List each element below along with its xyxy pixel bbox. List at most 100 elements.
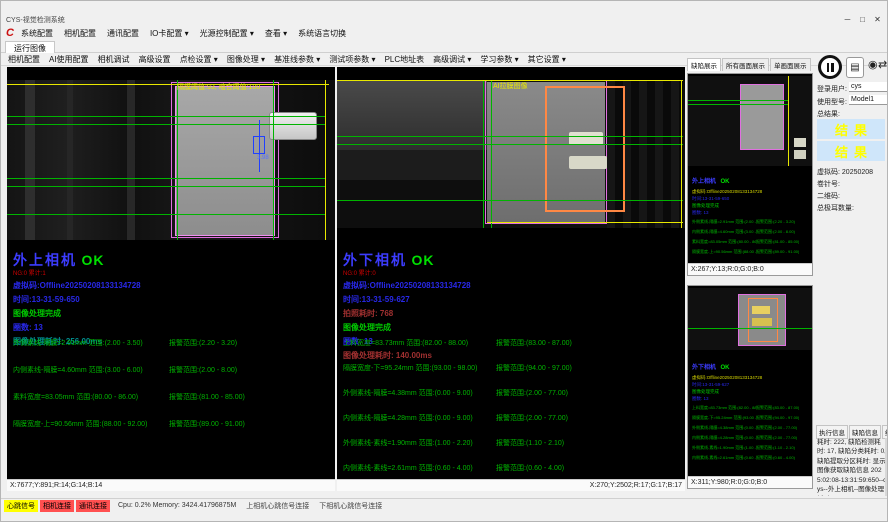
camera-icon: ▤ [850, 62, 859, 73]
pixel-coord-bar-upper: X:7677;Y:891;R:14;G:14;B:14 [7, 479, 335, 491]
thumbnail-panel-lower[interactable]: 外下相机 OK 虚拟码:Offline20250208133134728 时间:… [687, 285, 813, 489]
measurement-value: 外侧素线-隔膜=4.38mm 范围:(0.00 - 9.00) [692, 425, 756, 431]
menu-item[interactable]: 系统语言切换 [298, 28, 346, 39]
measurement-value: 内侧素线-素线=2.61mm 范围:(0.60 - 4.00) [343, 463, 496, 473]
user-field[interactable]: cys [849, 82, 887, 92]
pause-button[interactable] [818, 55, 842, 79]
measurement-value: 内侧素线-隔膜=4.28mm 范围:(0.00 - 9.00) [343, 413, 496, 423]
thumb-tab-single-view[interactable]: 单画面展示 [770, 58, 811, 71]
turn-count: 圈数: 13 [692, 396, 810, 402]
toolbar-button[interactable]: PLC地址表 [385, 54, 425, 65]
log-tab-exec[interactable]: 执行信息 [816, 425, 848, 439]
menu-item[interactable]: 系统配置 [21, 28, 53, 39]
ng-counter: NG:0 累计:0 [343, 268, 683, 277]
thumb-tab-all-views[interactable]: 所有画面展示 [722, 58, 769, 71]
alarm-range: 报警范围:(94.00 - 97.00) [496, 363, 572, 373]
measurement-row: 外侧素线-隔膜=4.38mm 范围:(0.00 - 9.00) 报警范围:(2.… [692, 425, 810, 431]
result-box-lower: 结果 [817, 141, 885, 161]
toolbar-button[interactable]: 测试项参数 ▾ [329, 54, 375, 65]
heartbeat-badge: 心跳信号 [4, 500, 38, 512]
model-field[interactable]: Model1 [849, 95, 887, 105]
alarm-range: 报警范围:(2.20 - 3.20) [169, 338, 237, 348]
toolbar-button[interactable]: 基准线参数 ▾ [274, 54, 320, 65]
measurement-row: 素料宽度=83.05mm 范围:(80.00 - 86.00) 报警范围:(81… [13, 392, 333, 402]
minimize-icon[interactable]: ─ [840, 14, 855, 25]
alarm-range: 报警范围:(2.00 - 77.00) [756, 435, 797, 441]
menu-item[interactable]: 相机配置 [64, 28, 96, 39]
measurement-row: 外侧素线-素线=1.90mm 范围:(1.00 - 2.20) 报警范围:(1.… [343, 438, 683, 448]
menu-item[interactable]: 查看 ▾ [265, 28, 287, 39]
measurement-row: 内侧素线-隔膜=4.28mm 范围:(0.00 - 9.00) 报警范围:(2.… [343, 413, 683, 423]
measurement-row: 上料宽度=83.73mm 范围:(82.00 - 88.00) 报警范围:(83… [343, 338, 683, 348]
thumbnail-image-upper[interactable] [688, 76, 812, 166]
turn-count: 圈数: 13 [13, 322, 333, 333]
alarm-range: 报警范围:(1.10 - 2.10) [496, 438, 564, 448]
record-icon[interactable]: ◉ [868, 58, 878, 71]
alarm-range: 报警范围:(0.60 - 4.00) [756, 455, 795, 461]
camera-image-lower[interactable]: AI拉膜图像 [337, 80, 685, 228]
toolbar-button[interactable]: 相机调试 [98, 54, 130, 65]
alarm-range: 报警范围:(1.10 - 2.10) [756, 445, 795, 451]
menu-item[interactable]: 通讯配置 [107, 28, 139, 39]
measurement-row: 隔膜宽度-上=90.56mm 范围:(88.00 - 92.00) 报警范围:(… [13, 419, 333, 429]
result-ok: OK [720, 179, 729, 185]
lower-camera-heartbeat: 下相机心跳信号连接 [319, 501, 382, 511]
tab-run-image[interactable]: 运行图像 [5, 41, 55, 53]
measurement-value: 素料宽度=83.05mm 范围:(80.00 - 86.00) [13, 392, 169, 402]
time-line: 时间:13-31-59-627 [343, 294, 683, 305]
close-icon[interactable]: ✕ [870, 14, 885, 25]
toolbar-button[interactable]: 高级调试 ▾ [433, 54, 471, 65]
alarm-range: 报警范围:(83.00 - 87.00) [496, 338, 572, 348]
measurement-value: 外侧素线-隔膜=2.91mm 范围:(2.00 - 3.50) [13, 338, 169, 348]
log-tab-stats[interactable]: 统计信息 [882, 425, 888, 439]
measurement-value: 内侧素线-隔膜=4.60mm 范围:(3.00 - 6.00) [692, 229, 756, 235]
tab-highlight [794, 138, 806, 147]
measurement-row: 内侧素线-隔膜=4.60mm 范围:(3.00 - 6.00) 报警范围:(2.… [13, 365, 333, 375]
menu-item[interactable]: 光源控制配置 ▾ [200, 28, 254, 39]
measurement-value: 隔膜宽度-下=95.24mm 范围:(93.00 - 98.00) [692, 415, 756, 421]
measurement-row: 内侧素线-隔膜=4.28mm 范围:(0.00 - 9.00) 报警范围:(2.… [692, 435, 810, 441]
toolbar-button[interactable]: 高级设置 [139, 54, 171, 65]
total-result-label: 总结果: [817, 109, 840, 119]
camera-name: 外下相机 [343, 252, 407, 268]
tab-count-row: 总极耳数量: [817, 197, 854, 215]
camera-image-upper[interactable]: 3.98 隔膜阈值:93, 啮合阈值:100 [7, 80, 335, 240]
toolbar-button[interactable]: 点检设置 ▾ [180, 54, 218, 65]
camera-panel-lower[interactable]: AI拉膜图像 外下相机 OK NG:0 累计:0 虚拟码:Offline2025… [337, 67, 685, 491]
menu-item[interactable]: IO卡配置 ▾ [150, 28, 189, 39]
measurement-value: 内侧素线-隔膜=4.60mm 范围:(3.00 - 6.00) [13, 365, 169, 375]
toolbar-button[interactable]: 相机配置 [8, 54, 40, 65]
toolbar-button[interactable]: 图像处理 ▾ [227, 54, 265, 65]
alarm-range: 报警范围:(81.00 - 85.00) [756, 239, 799, 245]
measurement-value: 素料宽度=83.05mm 范围:(80.00 - 86.00) [692, 239, 756, 245]
window-title: CYS-视觉检测系统 [6, 15, 65, 25]
measurement-value: 内侧素线-素线=2.61mm 范围:(0.60 - 4.00) [692, 455, 756, 461]
log-tab-defect[interactable]: 缺陷信息 [849, 425, 881, 439]
measurement-list-upper: 外侧素线-隔膜=2.91mm 范围:(2.00 - 3.50) 报警范围:(2.… [13, 338, 333, 446]
thumb-measurements: 上料宽度=83.73mm 范围:(82.00 - 88.00) 报警范围:(83… [692, 405, 810, 461]
capture-button[interactable]: ▤ [846, 57, 864, 78]
camera-panel-upper[interactable]: 3.98 隔膜阈值:93, 啮合阈值:100 外上相机 OK NG:0 累计:1… [7, 67, 335, 491]
result-overlay-upper: 外上相机 OK NG:0 累计:1 虚拟码:Offline20250208133… [13, 250, 333, 347]
cpu-memory-text: Cpu: 0.2% Memory: 3424.41796875M [118, 502, 236, 509]
thumb-tab-defect[interactable]: 缺陷展示 [687, 58, 721, 71]
machine-band [25, 80, 35, 240]
toolbar-button[interactable]: 其它设置 ▾ [528, 54, 566, 65]
measurement-row: 上料宽度=83.73mm 范围:(82.00 - 88.00) 报警范围:(83… [692, 405, 810, 411]
alarm-range: 报警范围:(2.00 - 77.00) [756, 425, 797, 431]
maximize-icon[interactable]: □ [855, 14, 870, 25]
upper-camera-heartbeat: 上相机心跳信号连接 [246, 501, 309, 511]
toolbar-button[interactable]: AI使用配置 [49, 54, 89, 65]
process-status: 图像处理完成 [343, 322, 683, 333]
measurement-row: 外侧素线-隔膜=2.91mm 范围:(2.00 - 3.50) 报警范围:(2.… [13, 338, 333, 348]
thumbnail-overlay-lower: 外下相机 OK 虚拟码:Offline20250208133134728 时间:… [692, 356, 810, 465]
result-ok: OK [720, 365, 729, 371]
thumbnail-image-lower[interactable] [688, 288, 812, 350]
thumbnail-panel-upper[interactable]: 外上相机 OK 虚拟码:Offline20250208133134728 时间:… [687, 73, 813, 276]
measurement-value: 外侧素线-隔膜=2.91mm 范围:(2.00 - 3.50) [692, 219, 756, 225]
view-tab-bar: 运行图像 [1, 40, 887, 53]
toolbar-button[interactable]: 学习参数 ▾ [480, 54, 518, 65]
log-text: 耗时: 222, 缺陷检测耗时: 17, 缺陷分类耗时: 0, 缺陷提取分区耗时… [817, 438, 887, 496]
switch-icon[interactable]: ⇄ [878, 58, 887, 71]
process-status: 图像处理完成 [692, 203, 810, 209]
